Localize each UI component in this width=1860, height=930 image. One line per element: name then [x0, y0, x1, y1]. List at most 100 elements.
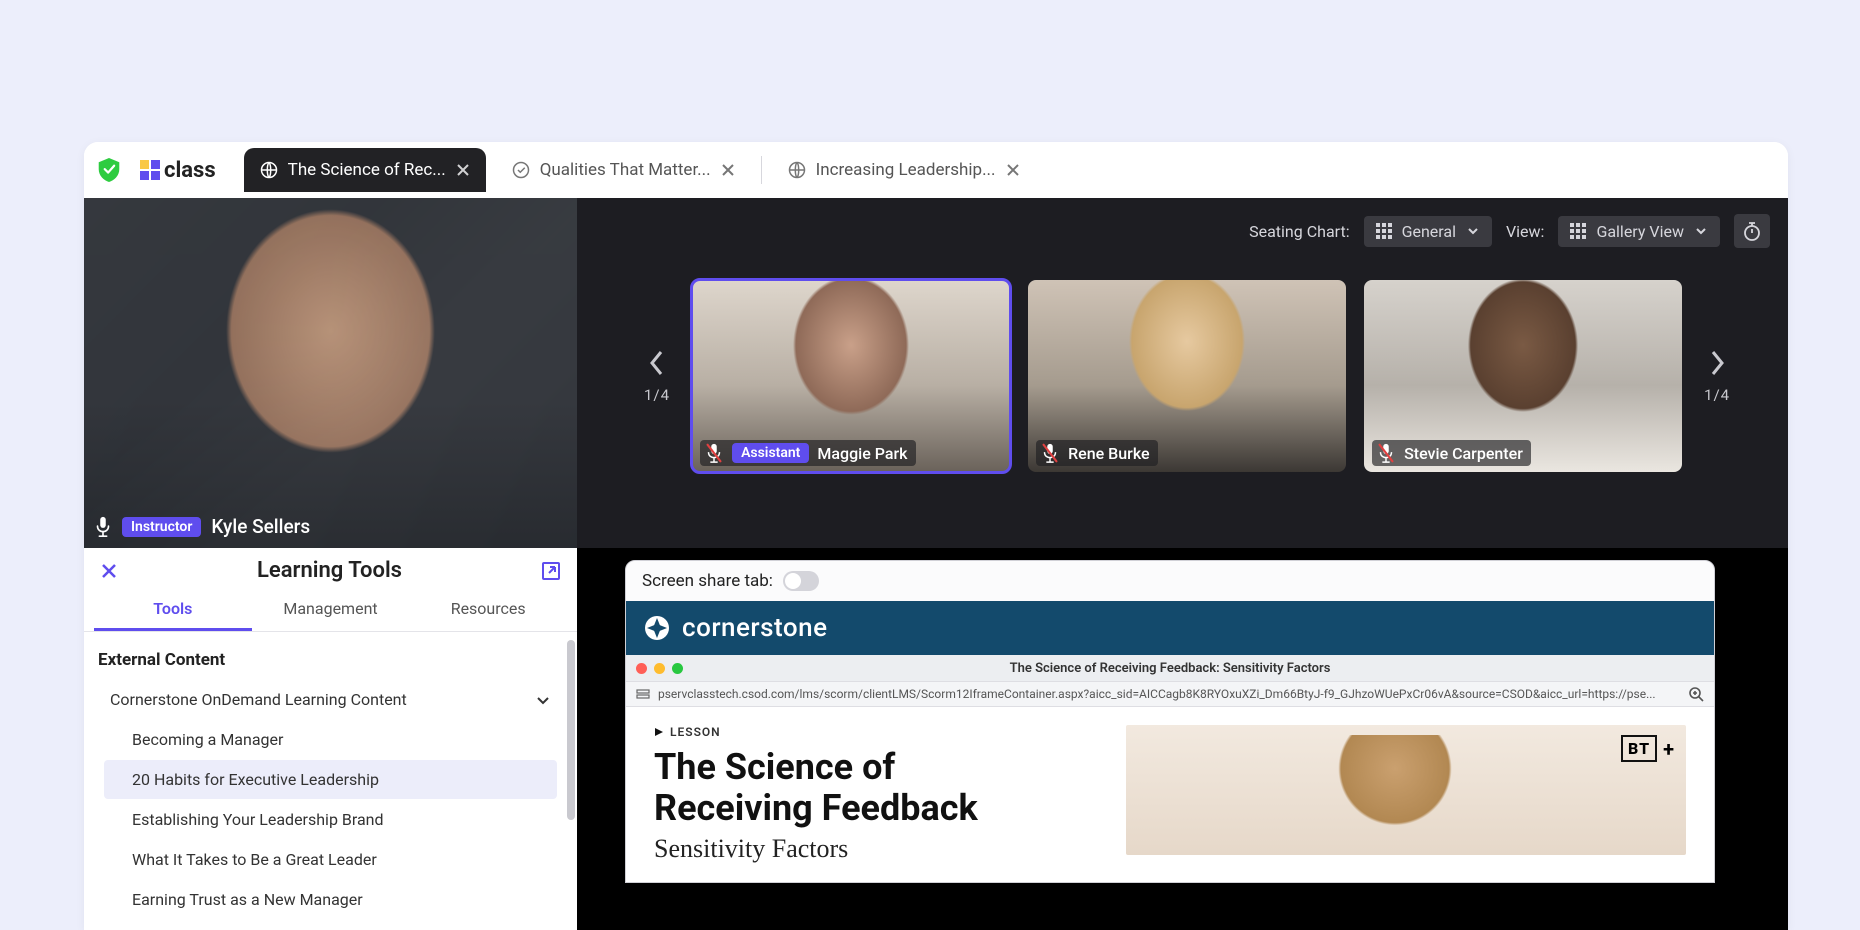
- brand-logo: class: [140, 158, 216, 183]
- sidebar-tab-management[interactable]: Management: [252, 589, 410, 631]
- plus-icon: +: [1663, 737, 1674, 761]
- participant-name: Rene Burke: [1068, 444, 1150, 463]
- participant-name: Maggie Park: [817, 444, 907, 463]
- screen-share-window: Screen share tab: cornerstone The Scien: [625, 560, 1715, 883]
- expand-icon[interactable]: [541, 561, 561, 581]
- microphone-muted-icon: [704, 442, 724, 464]
- course-item[interactable]: 20 Habits for Executive Leadership: [104, 760, 557, 799]
- zoom-icon[interactable]: [1688, 686, 1704, 702]
- instructor-photo: [84, 198, 577, 548]
- view-controls: Seating Chart: General View: Gallery Vie…: [1249, 214, 1770, 248]
- chevron-down-icon: [1466, 224, 1480, 238]
- close-icon[interactable]: [721, 163, 735, 177]
- check-circle-icon: [512, 161, 530, 179]
- tile-footer: Instructor Kyle Sellers: [94, 515, 310, 538]
- tile-footer: Stevie Carpenter: [1372, 440, 1531, 466]
- site-settings-icon[interactable]: [636, 687, 650, 701]
- seating-chart-label: Seating Chart:: [1249, 222, 1349, 241]
- stopwatch-icon: [1743, 221, 1761, 241]
- tile-footer: Assistant Maggie Park: [700, 440, 915, 466]
- chevron-right-icon[interactable]: [1704, 348, 1730, 378]
- tab-science-of-rec[interactable]: The Science of Rec...: [244, 148, 486, 192]
- brand-mark-icon: [140, 160, 160, 180]
- microphone-muted-icon: [1376, 442, 1396, 464]
- gallery-prev-col: 1/4: [644, 348, 670, 404]
- chevron-left-icon[interactable]: [644, 348, 670, 378]
- role-badge-instructor: Instructor: [122, 517, 201, 537]
- microphone-icon: [94, 516, 112, 538]
- mac-close-dot[interactable]: [636, 663, 647, 674]
- mac-window-bar: The Science of Receiving Feedback: Sensi…: [626, 655, 1714, 681]
- instructor-name: Kyle Sellers: [211, 515, 310, 538]
- view-dropdown[interactable]: Gallery View: [1558, 216, 1720, 247]
- sidebar-title: Learning Tools: [118, 558, 541, 583]
- bt-badge-text: BT: [1621, 735, 1657, 762]
- tab-bar: class The Science of Rec... Qualities Th…: [84, 142, 1788, 198]
- lesson-title-line1: The Science of: [654, 746, 895, 788]
- screen-share-toggle-row: Screen share tab:: [626, 561, 1714, 601]
- cornerstone-logo-icon: [644, 615, 670, 641]
- seating-chart-value: General: [1402, 222, 1456, 241]
- globe-icon: [788, 161, 806, 179]
- url-text[interactable]: pservclasstech.csod.com/lms/scorm/client…: [658, 687, 1680, 701]
- close-icon[interactable]: [1006, 163, 1020, 177]
- participant-gallery: 1/4 Assistant Maggie Park: [644, 280, 1730, 472]
- close-icon[interactable]: [456, 163, 470, 177]
- sidebar-tab-tools[interactable]: Tools: [94, 589, 252, 631]
- lesson-tag: LESSON: [654, 725, 1106, 739]
- screen-share-label: Screen share tab:: [642, 571, 773, 591]
- microphone-muted-icon: [1040, 442, 1060, 464]
- course-item[interactable]: What It Takes to Be a Great Leader: [104, 840, 557, 879]
- tab-label: The Science of Rec...: [288, 160, 446, 180]
- tab-qualities[interactable]: Qualities That Matter...: [496, 148, 751, 192]
- participant-name: Stevie Carpenter: [1404, 444, 1523, 463]
- seating-chart-dropdown[interactable]: General: [1364, 216, 1492, 247]
- brand-name: class: [164, 158, 216, 183]
- sidebar-scrollbar[interactable]: [567, 640, 575, 820]
- tab-increasing-leadership[interactable]: Increasing Leadership...: [772, 148, 1036, 192]
- globe-icon: [260, 161, 278, 179]
- screen-share-toggle[interactable]: [783, 571, 819, 591]
- gallery-next-col: 1/4: [1704, 348, 1730, 404]
- app-window: class The Science of Rec... Qualities Th…: [84, 142, 1788, 930]
- course-item[interactable]: Becoming a Manager: [104, 720, 557, 759]
- chevron-down-icon: [535, 692, 551, 708]
- sidebar-tabs: Tools Management Resources: [84, 589, 577, 632]
- learning-tools-sidebar: Learning Tools Tools Management Resource…: [84, 548, 577, 930]
- timer-button[interactable]: [1734, 214, 1770, 248]
- instructor-video-tile[interactable]: Instructor Kyle Sellers: [84, 198, 577, 548]
- lesson-subtitle: Sensitivity Factors: [654, 834, 1106, 864]
- mac-window-title: The Science of Receiving Feedback: Sensi…: [1010, 661, 1331, 676]
- participant-tile-rene[interactable]: Rene Burke: [1028, 280, 1346, 472]
- mac-zoom-dot[interactable]: [672, 663, 683, 674]
- sidebar-body: External Content Cornerstone OnDemand Le…: [84, 632, 577, 930]
- lesson-title-line2: Receiving Feedback: [654, 787, 978, 829]
- sidebar-tab-resources[interactable]: Resources: [409, 589, 567, 631]
- lesson-tag-text: LESSON: [670, 725, 721, 739]
- sidebar-header: Learning Tools: [84, 548, 577, 589]
- grid-icon: [1376, 223, 1392, 239]
- video-strip: Instructor Kyle Sellers Seating Chart: G…: [84, 198, 1788, 548]
- sidebar-section-header: External Content: [98, 650, 563, 670]
- course-item[interactable]: Earning Trust as a New Manager: [104, 880, 557, 919]
- folder-label: Cornerstone OnDemand Learning Content: [110, 690, 407, 709]
- bt-plus-badge: BT +: [1621, 735, 1674, 762]
- tab-separator: [761, 156, 762, 184]
- below-area: Learning Tools Tools Management Resource…: [84, 548, 1788, 930]
- mac-minimize-dot[interactable]: [654, 663, 665, 674]
- lesson-content: LESSON The Science of Receiving Feedback…: [626, 707, 1714, 882]
- role-badge-assistant: Assistant: [732, 443, 809, 463]
- cornerstone-banner: cornerstone: [626, 601, 1714, 655]
- participant-tile-maggie[interactable]: Assistant Maggie Park: [692, 280, 1010, 472]
- close-icon[interactable]: [100, 562, 118, 580]
- tab-label: Qualities That Matter...: [540, 160, 711, 180]
- page-indicator-right: 1/4: [1704, 386, 1730, 404]
- course-item[interactable]: Establishing Your Leadership Brand: [104, 800, 557, 839]
- view-label: View:: [1506, 222, 1544, 241]
- lesson-text: LESSON The Science of Receiving Feedback…: [654, 725, 1106, 864]
- participant-tile-stevie[interactable]: Stevie Carpenter: [1364, 280, 1682, 472]
- security-shield-icon: [98, 158, 120, 182]
- tile-footer: Rene Burke: [1036, 440, 1158, 466]
- sidebar-folder[interactable]: Cornerstone OnDemand Learning Content: [98, 680, 563, 719]
- tab-label: Increasing Leadership...: [816, 160, 996, 180]
